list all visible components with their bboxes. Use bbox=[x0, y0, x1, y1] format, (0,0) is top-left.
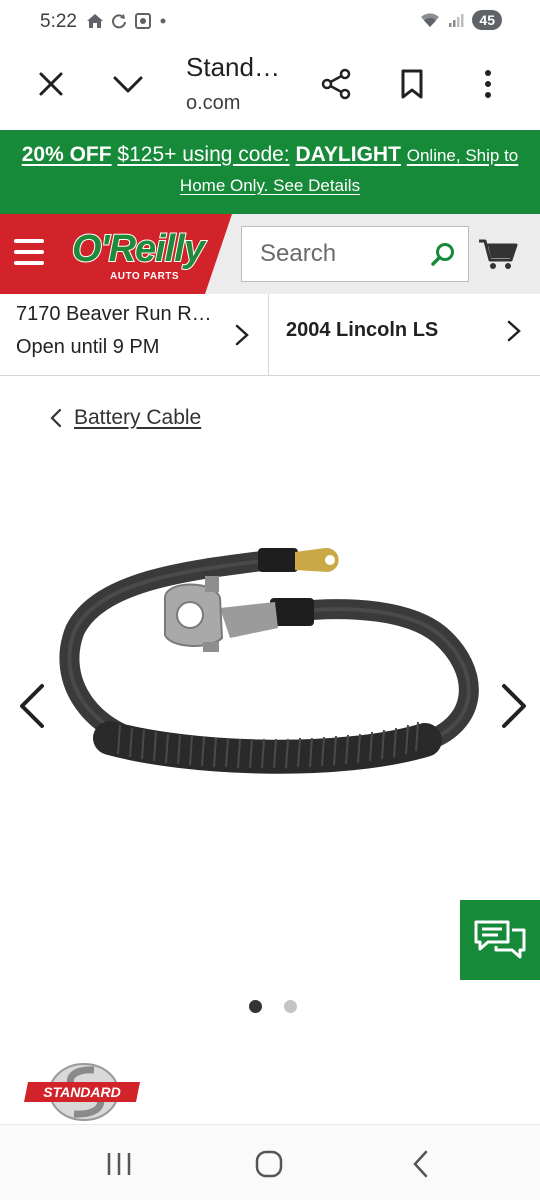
cart-icon[interactable] bbox=[478, 236, 518, 272]
store-name: 7170 Beaver Run R… bbox=[16, 303, 212, 325]
store-hours: Open until 9 PM bbox=[16, 336, 160, 358]
promo-see-details-link[interactable]: Home Only. See Details bbox=[180, 176, 360, 195]
promo-code: DAYLIGHT bbox=[295, 143, 401, 166]
product-image[interactable] bbox=[40, 520, 500, 800]
carousel-dot-1[interactable] bbox=[249, 1000, 262, 1013]
signal-icon bbox=[449, 14, 464, 27]
browser-toolbar: Stand… o.com bbox=[0, 44, 540, 130]
home-icon bbox=[87, 14, 103, 28]
carousel-dots bbox=[249, 1000, 297, 1013]
logo-text: O'Reilly bbox=[71, 227, 206, 271]
carousel-dot-2[interactable] bbox=[284, 1000, 297, 1013]
home-button-icon[interactable] bbox=[254, 1149, 284, 1179]
close-icon[interactable] bbox=[33, 66, 69, 102]
battery-icon: 45 bbox=[472, 10, 502, 30]
wifi-icon bbox=[421, 13, 440, 27]
chevron-down-icon[interactable] bbox=[110, 66, 146, 102]
logo-subtitle: AUTO PARTS bbox=[110, 271, 180, 282]
status-time: 5:22 bbox=[40, 11, 77, 32]
page-url[interactable]: o.com bbox=[186, 92, 240, 115]
vehicle-selector[interactable]: 2004 Lincoln LS bbox=[270, 294, 540, 376]
status-bar: 5:22 45 bbox=[0, 0, 540, 44]
share-icon[interactable] bbox=[318, 66, 354, 102]
breadcrumb-label[interactable]: Battery Cable bbox=[74, 406, 201, 430]
promo-banner[interactable]: 20% OFF $125+ using code: DAYLIGHT Onlin… bbox=[0, 130, 540, 214]
vehicle-name: 2004 Lincoln LS bbox=[286, 319, 439, 341]
store-selector[interactable]: 7170 Beaver Run R… Open until 9 PM bbox=[0, 294, 269, 376]
chat-button[interactable] bbox=[460, 900, 540, 980]
carousel-prev-icon[interactable] bbox=[14, 682, 50, 730]
recents-icon[interactable] bbox=[104, 1151, 134, 1177]
sync-icon bbox=[112, 14, 126, 29]
promo-discount: 20% OFF bbox=[21, 143, 112, 166]
brand-name: STANDARD bbox=[43, 1084, 121, 1100]
chat-icon bbox=[474, 920, 526, 959]
chevron-right-icon bbox=[507, 320, 521, 342]
page-title[interactable]: Stand… bbox=[186, 52, 280, 83]
search-icon[interactable] bbox=[430, 241, 456, 267]
promo-threshold: $125+ using code: bbox=[117, 143, 290, 166]
back-icon[interactable] bbox=[406, 1149, 436, 1179]
search-input[interactable] bbox=[260, 239, 420, 269]
site-header: O'Reilly AUTO PARTS bbox=[0, 214, 540, 294]
chevron-right-icon bbox=[235, 324, 249, 346]
more-vert-icon[interactable] bbox=[470, 66, 506, 102]
carousel-next-icon[interactable] bbox=[496, 682, 532, 730]
system-nav-bar bbox=[0, 1124, 540, 1200]
standard-brand-logo: STANDARD bbox=[24, 1063, 140, 1121]
store-vehicle-row: 7170 Beaver Run R… Open until 9 PM 2004 … bbox=[0, 294, 540, 376]
search-box[interactable] bbox=[241, 226, 469, 282]
oreilly-logo[interactable]: O'Reilly AUTO PARTS bbox=[68, 226, 206, 286]
bookmark-icon[interactable] bbox=[394, 66, 430, 102]
dot-icon bbox=[160, 18, 166, 24]
screenshot-icon bbox=[135, 13, 151, 29]
menu-icon[interactable] bbox=[14, 239, 44, 265]
breadcrumb[interactable]: Battery Cable bbox=[50, 406, 201, 430]
promo-conditions: Online, Ship to bbox=[406, 146, 519, 165]
chevron-left-icon bbox=[50, 408, 62, 428]
